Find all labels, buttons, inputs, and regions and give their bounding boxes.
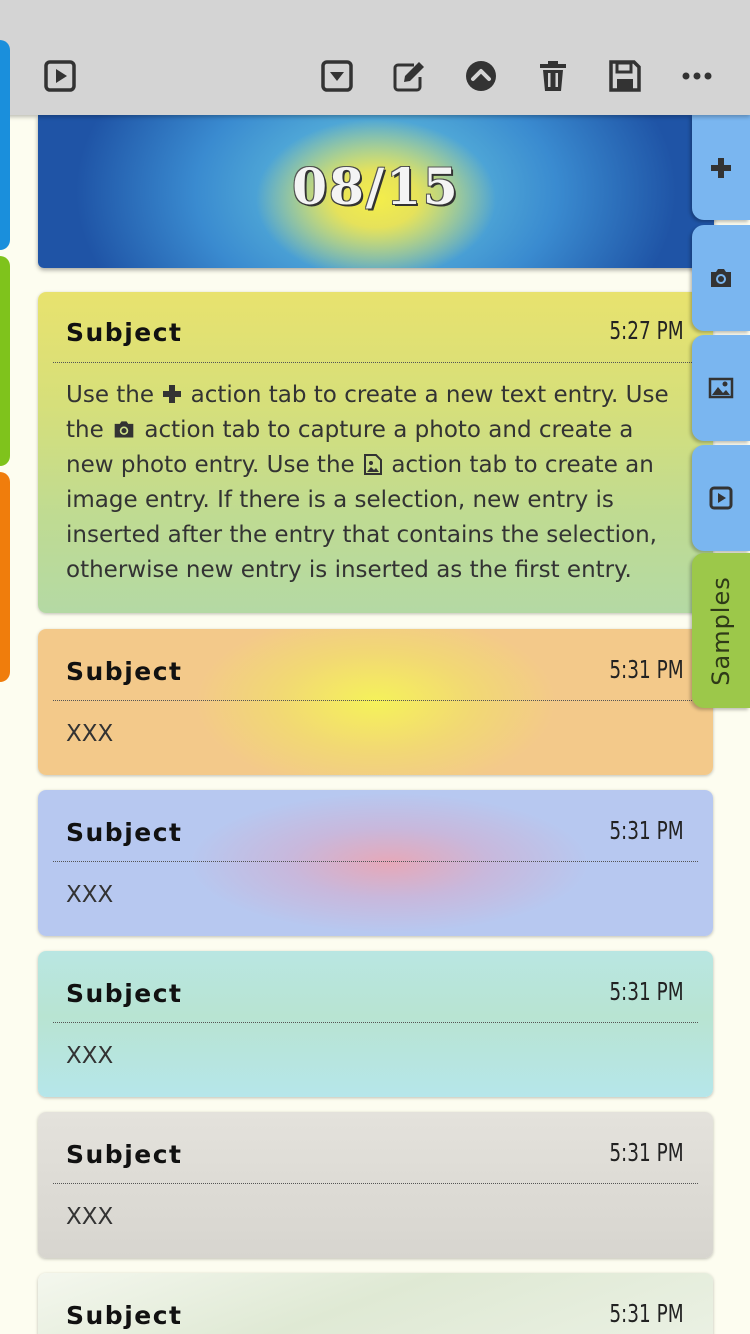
add-image-tab[interactable]	[692, 335, 750, 441]
entry-time: 5:31 PM	[609, 1299, 684, 1328]
entry-card[interactable]: Subject 5:31 PM XXX	[38, 951, 713, 1097]
collapse-up-button[interactable]	[461, 56, 501, 96]
entry-subject[interactable]: Subject	[66, 818, 183, 847]
banner-date: 08/15	[292, 157, 460, 216]
entry-header: Subject 5:31 PM	[53, 1295, 698, 1334]
entry-subject[interactable]: Subject	[66, 979, 183, 1008]
more-icon	[682, 72, 712, 80]
left-tab-orange[interactable]	[0, 472, 10, 682]
save-icon	[609, 60, 641, 92]
body-text: Use the	[66, 382, 155, 408]
entry-body[interactable]: Use the action tab to create a new text …	[66, 378, 683, 588]
play-icon	[44, 60, 76, 92]
entry-header: Subject 5:27 PM	[53, 312, 698, 363]
entry-subject[interactable]: Subject	[66, 657, 183, 686]
more-button[interactable]	[677, 56, 717, 96]
trash-icon	[540, 61, 566, 91]
camera-icon	[711, 269, 731, 287]
image-icon	[708, 377, 734, 399]
image-icon	[364, 454, 382, 475]
save-button[interactable]	[605, 56, 645, 96]
entry-card[interactable]: Subject 5:31 PM XXX	[38, 790, 713, 936]
entry-time: 5:31 PM	[609, 977, 684, 1006]
entry-card[interactable]: Subject 5:31 PM	[38, 1273, 713, 1334]
plus-icon	[163, 385, 182, 403]
entry-subject[interactable]: Subject	[66, 1140, 183, 1169]
edit-button[interactable]	[389, 56, 429, 96]
entry-card[interactable]: Subject 5:27 PM Use the action tab to cr…	[38, 292, 713, 613]
entry-body[interactable]: XXX	[66, 717, 685, 752]
left-tab-green[interactable]	[0, 256, 10, 466]
entry-body[interactable]: XXX	[66, 1039, 685, 1074]
entry-time: 5:31 PM	[609, 816, 684, 845]
collapse-up-icon	[466, 61, 496, 91]
dropdown-icon	[321, 60, 353, 92]
plus-icon	[711, 157, 731, 178]
entry-subject[interactable]: Subject	[66, 1301, 183, 1330]
entry-subject[interactable]: Subject	[66, 318, 183, 347]
entry-header: Subject 5:31 PM	[53, 973, 698, 1023]
delete-button[interactable]	[533, 56, 573, 96]
entry-card[interactable]: Subject 5:31 PM XXX	[38, 1112, 713, 1258]
entry-time: 5:31 PM	[609, 1138, 684, 1167]
play-tab[interactable]	[692, 445, 750, 551]
dropdown-button[interactable]	[317, 56, 357, 96]
entry-time: 5:31 PM	[609, 655, 684, 684]
play-icon	[709, 486, 733, 510]
entry-body[interactable]: XXX	[66, 878, 685, 913]
camera-icon	[114, 421, 134, 438]
add-text-tab[interactable]	[692, 115, 750, 220]
date-banner: 08/15	[38, 115, 714, 268]
entry-time: 5:27 PM	[609, 316, 684, 345]
left-tab-blue[interactable]	[0, 40, 10, 250]
entry-body[interactable]: XXX	[66, 1200, 685, 1235]
entry-header: Subject 5:31 PM	[53, 651, 698, 701]
add-photo-tab[interactable]	[692, 225, 750, 331]
entry-header: Subject 5:31 PM	[53, 812, 698, 862]
top-toolbar	[0, 0, 750, 115]
samples-label: Samples	[707, 575, 735, 686]
samples-tab[interactable]: Samples	[692, 553, 750, 708]
entry-card[interactable]: Subject 5:31 PM XXX	[38, 629, 713, 775]
play-button[interactable]	[40, 56, 80, 96]
edit-icon	[393, 62, 424, 92]
entry-header: Subject 5:31 PM	[53, 1134, 698, 1184]
